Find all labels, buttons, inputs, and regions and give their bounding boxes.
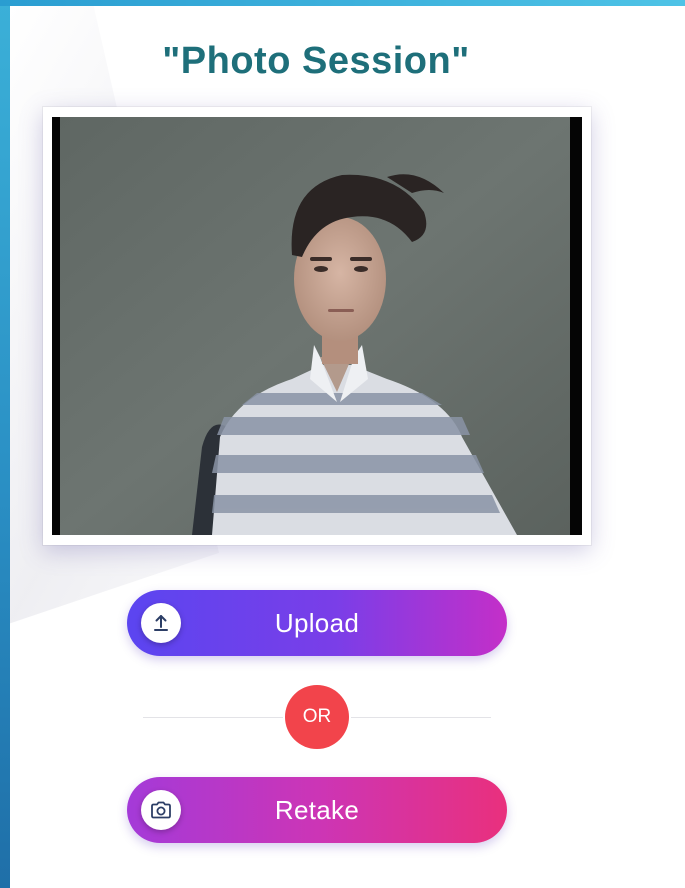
divider-line-left (143, 717, 283, 718)
top-accent-bar (0, 0, 685, 6)
left-accent-bar (0, 0, 10, 888)
page-title: "Photo Session" (162, 40, 470, 82)
upload-button-label: Upload (274, 607, 360, 638)
captured-photo-image (52, 117, 582, 535)
photo-frame (43, 107, 591, 545)
or-badge: OR (285, 685, 349, 749)
or-divider: OR (143, 685, 491, 749)
retake-button-label: Retake (274, 794, 360, 825)
camera-icon (141, 790, 181, 830)
captured-photo (52, 117, 582, 535)
divider-line-right (351, 717, 491, 718)
upload-button[interactable]: Upload (127, 590, 507, 656)
upload-arrow-icon (141, 603, 181, 643)
retake-button[interactable]: Retake (127, 777, 507, 843)
